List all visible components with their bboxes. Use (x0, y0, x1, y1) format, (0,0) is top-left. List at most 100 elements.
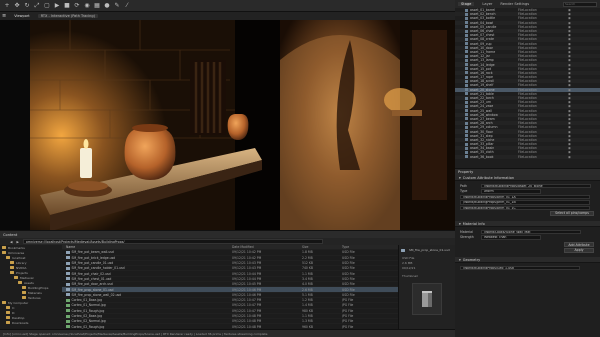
geometry-field[interactable]: /World/BuildingProps/Geo_1.usd (460, 265, 580, 270)
plus-icon[interactable]: + (3, 2, 11, 10)
prim-field[interactable]: /World/BuildingProps/prim_v1_1B (460, 200, 590, 205)
xform-icon (465, 88, 468, 92)
tree-label: Medieval (20, 275, 34, 280)
viewport-tab[interactable]: Viewport (14, 14, 29, 18)
content-title: Content (3, 232, 18, 237)
tree-label: Assets (24, 280, 34, 285)
tab-stage[interactable]: Stage (458, 2, 475, 6)
file-type: USD File (342, 255, 355, 260)
tree-label: Downloads (12, 320, 29, 325)
folder-icon (14, 276, 18, 279)
collapse-icon[interactable]: ▾ (459, 176, 461, 180)
brush-icon[interactable]: ✎ (113, 2, 121, 10)
grid-icon[interactable]: ▦ (93, 2, 101, 10)
tree-item[interactable]: Downloads (0, 320, 62, 325)
prim-field[interactable]: /World/BuildingProps/prim_v1_1C (460, 205, 590, 210)
strength-field[interactable]: Weakest Than (481, 235, 541, 240)
xform-icon (465, 109, 468, 113)
geometry-value: /World/BuildingProps/Geo_1.usd (463, 265, 514, 270)
material-label: Material (460, 229, 473, 234)
section-geometry[interactable]: ▾ Geometry (455, 257, 600, 263)
file-date: 09/12/21 10:44 PM (232, 276, 262, 281)
file-date: 09/12/21 10:43 PM (232, 266, 262, 271)
path-field[interactable]: /World/BuildingProps/asset_20_stone (481, 183, 591, 188)
wand-icon[interactable]: ⁄ (123, 2, 131, 10)
rotate-icon[interactable]: ↻ (23, 2, 31, 10)
viewport-menu-icon[interactable]: ≡ (2, 13, 6, 19)
file-preview-panel: SM_fire_prop_stone_01.usd USD File 2.6 M… (398, 245, 455, 329)
file-date: 09/12/21 10:47 PM (232, 308, 262, 313)
tab-layer[interactable]: Layer (482, 2, 492, 6)
file-type: JPG File (342, 303, 354, 308)
type-label: Type (460, 189, 468, 194)
file-type: USD File (342, 276, 355, 281)
collapse-icon[interactable]: ▾ (459, 222, 461, 226)
path-row: Path /World/BuildingProps/asset_20_stone (455, 183, 600, 189)
file-name: Cortex_01_Rough.jpg (71, 308, 105, 313)
file-date: 09/12/21 10:46 PM (232, 292, 262, 297)
path-label: Path (460, 183, 468, 188)
xform-icon (465, 121, 468, 125)
collapse-icon[interactable]: ▾ (459, 258, 461, 262)
file-date: 09/12/21 10:45 PM (232, 282, 262, 287)
back-arrow-icon[interactable]: ◀ (10, 240, 12, 244)
apply-button[interactable]: Apply (564, 247, 594, 253)
file-name: Cortex_01_Normal.jpg (71, 303, 106, 308)
preview-title: SM_fire_prop_stone_01.usd (409, 248, 450, 252)
light-icon[interactable]: ● (103, 2, 111, 10)
column-header[interactable]: Date Modified (232, 245, 302, 249)
camera-label[interactable]: RTX - Interactive (Path Tracing) (37, 14, 98, 18)
section-material[interactable]: ▾ Material Info (455, 221, 600, 227)
folder-icon (6, 311, 10, 314)
column-header[interactable]: Type (342, 245, 392, 249)
stone-pillar-icon (422, 291, 432, 307)
material-value: /World/Looks/Stone_Wall_Mat (484, 229, 531, 234)
tree-label: localhost (12, 255, 26, 260)
column-header[interactable]: Name (62, 245, 232, 249)
visibility-eye-icon[interactable]: ◉ (568, 155, 571, 159)
file-date: 09/12/21 10:48 PM (232, 324, 262, 329)
select-all-button[interactable]: Select all pins/comps (550, 210, 594, 216)
xform-icon (465, 130, 468, 134)
stop-icon[interactable]: ■ (63, 2, 71, 10)
rendered-scene (30, 20, 455, 230)
move-icon[interactable]: ✥ (13, 2, 21, 10)
path-input[interactable]: omniverse://localhost/Projects/Medieval/… (22, 239, 323, 244)
file-date: 09/12/21 10:43 PM (232, 261, 262, 266)
xform-icon (465, 125, 468, 129)
search-field[interactable]: Search (563, 1, 597, 7)
file-date: 09/12/21 10:44 PM (232, 271, 262, 276)
xform-icon (465, 16, 468, 20)
prim-field[interactable]: /World/BuildingProps/prim_v1_1A (460, 194, 590, 199)
file-name: Cortex_02_Rough.jpg (71, 324, 105, 329)
forward-arrow-icon[interactable]: ▶ (16, 240, 18, 244)
type-field[interactable]: Xform (481, 189, 541, 194)
file-type: USD File (342, 292, 355, 297)
folder-icon (6, 256, 10, 259)
xform-icon (465, 155, 468, 159)
material-field[interactable]: /World/Looks/Stone_Wall_Mat (481, 229, 581, 234)
play-icon[interactable]: ▶ (53, 2, 61, 10)
column-header[interactable]: Size (302, 245, 342, 249)
xform-icon (465, 25, 468, 29)
refresh-icon[interactable]: ⟳ (73, 2, 81, 10)
viewport-canvas[interactable] (30, 20, 455, 230)
strength-row: Strength Weakest Than (455, 235, 600, 241)
xform-icon (465, 79, 468, 83)
file-date: 09/12/21 10:46 PM (232, 287, 262, 292)
camera-icon[interactable]: ◉ (83, 2, 91, 10)
scale-icon[interactable]: ⤢ (33, 2, 41, 10)
add-attribute-button[interactable]: Add Attribute (564, 242, 594, 248)
file-name: SM_fire_prop_stone_01.usd (71, 287, 114, 292)
file-file-icon (66, 272, 70, 276)
file-type: JPG File (342, 314, 354, 318)
tree-label: BuildingProps (28, 285, 49, 290)
stage-outliner: asset_01_barrel FileLocation ◉ asset_02_ben… (455, 8, 600, 168)
section-custom-attributes[interactable]: ▾ Custom Attribute Information (455, 175, 600, 181)
select-icon[interactable]: ▢ (43, 2, 51, 10)
tree-label: Desktop (12, 315, 25, 320)
prim-value: /World/BuildingProps/prim_v1_1B (463, 200, 516, 205)
outliner-row[interactable]: asset_36_book FileLocation ◉ (455, 154, 600, 159)
image-file-icon (66, 314, 70, 318)
tab-render-settings[interactable]: Render Settings (500, 2, 529, 6)
